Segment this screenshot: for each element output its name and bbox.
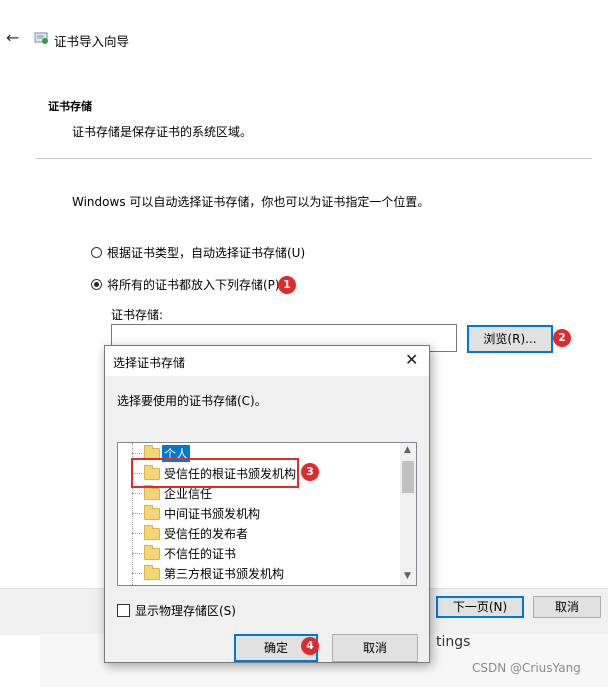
annotation-badge-2: 2: [553, 329, 571, 347]
section-title: 证书存储: [48, 100, 92, 113]
show-physical-label[interactable]: 显示物理存储区(S): [135, 602, 236, 619]
tree-item-label: 第三方根证书颁发机构: [164, 567, 285, 581]
folder-icon: [144, 565, 160, 580]
radio-manual-label[interactable]: 将所有的证书都放入下列存储(P): [107, 276, 280, 293]
close-icon[interactable]: ✕: [405, 350, 418, 369]
annotation-badge-1: 1: [278, 276, 296, 294]
tree-connector: [132, 553, 142, 554]
dialog-titlebar: 选择证书存储 ✕: [105, 346, 429, 376]
tree-connector: [132, 493, 142, 494]
tree-connector: [132, 513, 142, 514]
radio-auto-label[interactable]: 根据证书类型，自动选择证书存储(U): [107, 244, 305, 261]
wizard-title: 证书导入向导: [54, 34, 130, 49]
tree-item-label: 不信任的证书: [164, 547, 237, 561]
folder-icon: [144, 525, 160, 540]
radio-manual-select[interactable]: [91, 279, 102, 290]
annotation-badge-3: 3: [301, 463, 319, 481]
folder-icon: [144, 485, 160, 500]
dialog-cancel-button[interactable]: 取消: [332, 634, 418, 662]
browse-button[interactable]: 浏览(R)...: [467, 325, 553, 353]
scroll-up-icon[interactable]: ▲: [404, 445, 411, 455]
annotation-badge-4: 4: [301, 637, 319, 655]
scroll-down-icon[interactable]: ▼: [404, 571, 411, 581]
annotation-highlight-box: [131, 458, 299, 488]
scroll-thumb[interactable]: [402, 461, 414, 493]
header-divider: [36, 158, 592, 159]
folder-icon: [144, 545, 160, 560]
background-partial-text: tings: [436, 634, 471, 650]
tree-connector: [132, 533, 142, 534]
store-label: 证书存储:: [111, 308, 164, 322]
tree-scrollbar[interactable]: ▲ ▼: [400, 443, 416, 585]
tree-item-third-party-root[interactable]: 第三方根证书颁发机构: [118, 563, 400, 583]
intro-text: Windows 可以自动选择证书存储，你也可以为证书指定一个位置。: [72, 195, 430, 209]
section-description: 证书存储是保存证书的系统区域。: [72, 125, 253, 139]
certificate-icon: [34, 30, 50, 46]
tree-item-label: 受信任的发布者: [164, 527, 249, 541]
wizard-cancel-button[interactable]: 取消: [533, 596, 601, 618]
select-store-dialog: 选择证书存储 ✕ 选择要使用的证书存储(C)。 个人 受信任的根证书颁发机构 企…: [104, 345, 430, 663]
dialog-prompt: 选择要使用的证书存储(C)。: [117, 394, 267, 408]
tree-item-intermediate-ca[interactable]: 中间证书颁发机构: [118, 503, 400, 523]
back-arrow-icon[interactable]: ←: [6, 28, 19, 47]
show-physical-checkbox[interactable]: [117, 604, 130, 617]
tree-item-label: 中间证书颁发机构: [164, 507, 261, 521]
tree-connector: [132, 573, 142, 574]
tree-item-untrusted[interactable]: 不信任的证书: [118, 543, 400, 563]
tree-connector: [132, 453, 142, 454]
watermark: CSDN @CriusYang: [472, 661, 581, 675]
tree-item-trusted-publishers[interactable]: 受信任的发布者: [118, 523, 400, 543]
folder-icon: [144, 505, 160, 520]
radio-auto-select[interactable]: [91, 247, 102, 258]
next-button[interactable]: 下一页(N): [436, 596, 524, 618]
dialog-title: 选择证书存储: [113, 356, 186, 370]
